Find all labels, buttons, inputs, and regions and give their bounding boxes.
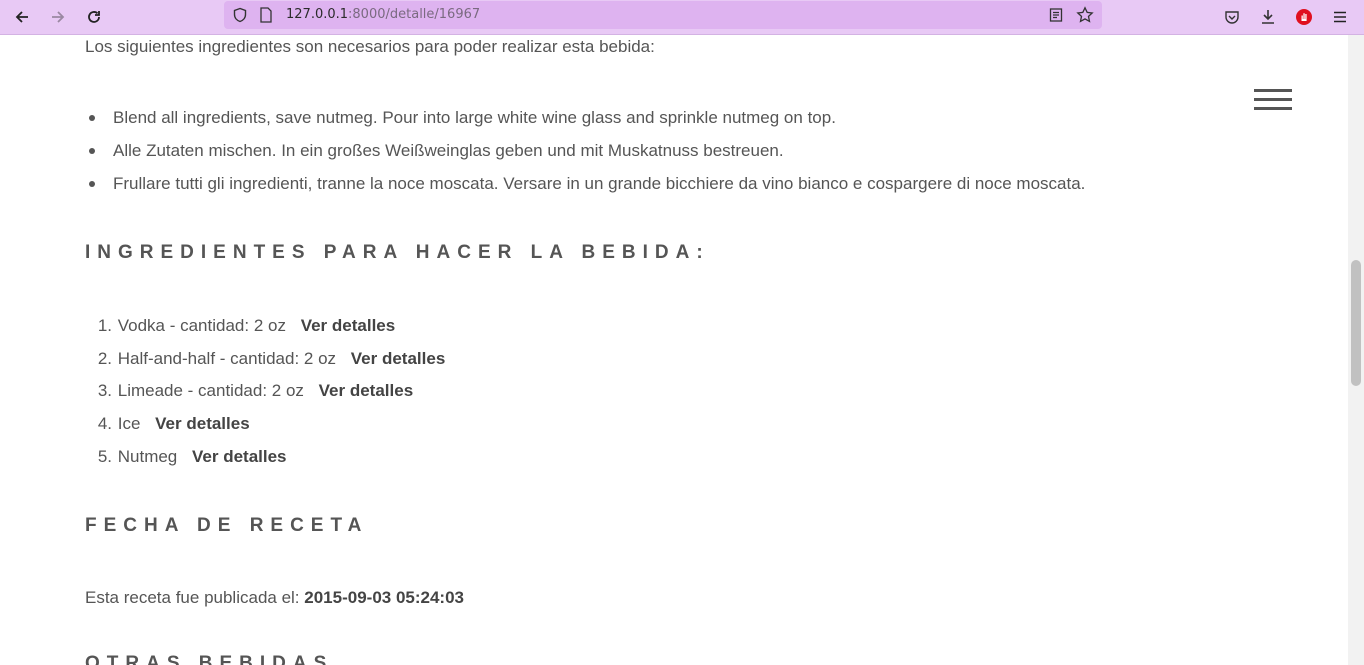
url-host: 127.0.0.1 — [286, 7, 349, 22]
other-drinks-heading: OTRAS BEBIDAS — [85, 653, 334, 665]
ingredient-item: 5. Nutmeg Ver detalles — [85, 441, 445, 474]
ver-detalles-link[interactable]: Ver detalles — [155, 414, 250, 433]
hamburger-menu-icon — [1334, 11, 1346, 23]
ingredient-text: Nutmeg — [117, 446, 178, 466]
menu-button[interactable] — [1326, 3, 1354, 31]
intro-text: Los siguientes ingredientes son necesari… — [85, 37, 655, 56]
instruction-item: Frullare tutti gli ingredienti, tranne l… — [85, 168, 1085, 201]
ingredient-number: 4. — [97, 414, 112, 434]
ingredient-text: Vodka - cantidad: 2 oz — [117, 316, 286, 335]
ingredient-number: 2. — [97, 348, 112, 368]
ingredient-item: 3. Limeade - cantidad: 2 oz Ver detalles — [85, 375, 445, 408]
site-menu-icon[interactable] — [1254, 89, 1292, 113]
ingredient-text: Half-and-half - cantidad: 2 oz — [117, 348, 337, 368]
ingredients-heading: INGREDIENTES PARA HACER LA BEBIDA: — [85, 242, 710, 263]
ver-detalles-link[interactable]: Ver detalles — [351, 349, 446, 368]
ingredient-item: 2. Half-and-half - cantidad: 2 oz Ver de… — [85, 343, 445, 376]
instruction-item: Blend all ingredients, save nutmeg. Pour… — [85, 102, 1085, 135]
bookmark-star-icon[interactable] — [1075, 5, 1095, 25]
published-date: 2015-09-03 05:24:03 — [304, 588, 464, 607]
scrollbar-thumb[interactable] — [1351, 260, 1361, 386]
ingredient-item: 4. Ice Ver detalles — [85, 408, 445, 441]
reader-view-icon[interactable] — [1046, 5, 1066, 25]
ingredient-text: Ice — [117, 414, 141, 434]
downloads-button[interactable] — [1254, 3, 1282, 31]
ver-detalles-link[interactable]: Ver detalles — [192, 447, 287, 466]
page-content: Los siguientes ingredientes son necesari… — [0, 35, 1348, 665]
extension-icon — [1296, 9, 1312, 25]
instructions-list: Blend all ingredients, save nutmeg. Pour… — [85, 102, 1085, 201]
instruction-item: Alle Zutaten mischen. In ein großes Weiß… — [85, 135, 1085, 168]
shield-icon[interactable] — [230, 5, 250, 25]
pocket-button[interactable] — [1218, 3, 1246, 31]
url-text[interactable]: 127.0.0.1:8000/detalle/16967 — [286, 7, 480, 22]
ingredient-text: Limeade - cantidad: 2 oz — [117, 381, 304, 401]
reload-icon — [88, 11, 100, 23]
url-path: :8000/detalle/16967 — [348, 7, 481, 22]
back-arrow-icon — [15, 11, 28, 23]
published-label: Esta receta fue publicada el: — [85, 588, 300, 607]
date-heading: FECHA DE RECETA — [85, 515, 369, 536]
ingredient-number: 5. — [97, 446, 112, 466]
reload-button[interactable] — [80, 3, 108, 31]
pocket-icon — [1225, 11, 1239, 24]
ingredient-number: 1. — [97, 316, 112, 335]
published-line: Esta receta fue publicada el: 2015-09-03… — [85, 588, 464, 608]
page-icon — [256, 5, 276, 25]
forward-arrow-icon — [52, 11, 65, 23]
forward-button[interactable] — [44, 3, 72, 31]
ver-detalles-link[interactable]: Ver detalles — [319, 381, 414, 400]
ver-detalles-link[interactable]: Ver detalles — [301, 316, 396, 335]
url-bar[interactable]: 127.0.0.1:8000/detalle/16967 — [224, 1, 1102, 29]
back-button[interactable] — [8, 3, 36, 31]
extension-button[interactable] — [1290, 3, 1318, 31]
ingredients-list: 1. Vodka - cantidad: 2 oz Ver detalles 2… — [85, 310, 445, 473]
ingredient-number: 3. — [97, 381, 112, 401]
browser-toolbar: 127.0.0.1:8000/detalle/16967 — [0, 0, 1364, 35]
download-icon — [1262, 10, 1274, 24]
ingredient-item: 1. Vodka - cantidad: 2 oz Ver detalles — [85, 310, 445, 343]
